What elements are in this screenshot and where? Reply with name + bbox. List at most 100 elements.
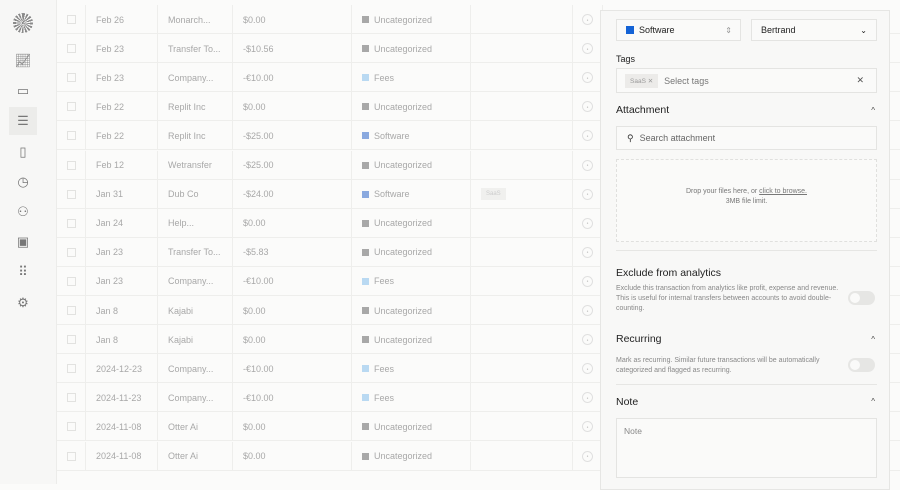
category-label: Fees — [374, 276, 395, 287]
tag-chip[interactable]: SaaS ✕ — [625, 73, 659, 88]
apps-icon[interactable]: ⠿ — [9, 258, 37, 286]
category-swatch — [362, 365, 369, 373]
avatar: ● — [582, 72, 593, 84]
avatar: ● — [582, 217, 593, 229]
tags-cell — [471, 412, 573, 442]
avatar: ● — [582, 305, 593, 316]
row-checkbox[interactable] — [66, 44, 76, 54]
note-textarea[interactable]: Note — [616, 418, 877, 478]
description-cell: Transfer To... — [158, 34, 233, 64]
category-cell: Uncategorized — [352, 150, 471, 180]
date-cell: Feb 22 — [86, 92, 158, 122]
category-label: Uncategorized — [374, 101, 433, 112]
category-swatch — [362, 336, 369, 344]
row-checkbox[interactable] — [66, 189, 76, 199]
analytics-icon[interactable]: 📈︎ — [9, 47, 37, 75]
chevron-up-icon[interactable]: ^ — [871, 106, 875, 115]
recurring-description: Mark as recurring. Similar future transa… — [616, 357, 820, 374]
tags-cell — [471, 150, 573, 180]
tags-placeholder: Select tags — [664, 75, 709, 86]
tags-cell — [471, 266, 573, 296]
avatar: ● — [582, 43, 593, 55]
vault-icon[interactable]: ▣ — [9, 228, 37, 256]
checkbox-cell — [57, 237, 86, 267]
logo[interactable] — [13, 13, 33, 33]
row-checkbox[interactable] — [66, 102, 76, 112]
invoice-icon[interactable]: ▯ — [9, 138, 37, 166]
row-checkbox[interactable] — [66, 306, 76, 315]
row-checkbox[interactable] — [66, 218, 76, 228]
category-cell: Uncategorized — [352, 34, 471, 64]
recurring-heading: Recurring — [616, 333, 662, 345]
tags-cell — [471, 121, 573, 151]
clear-icon[interactable]: ✕ — [856, 75, 864, 86]
category-label: Uncategorized — [374, 421, 433, 432]
file-dropzone[interactable]: Drop your files here, or click to browse… — [616, 159, 877, 242]
exclude-toggle[interactable] — [848, 291, 875, 305]
transactions-icon[interactable]: ☰ — [9, 107, 37, 135]
category-label: Uncategorized — [374, 218, 433, 229]
assignee-select[interactable]: Bertrand ⌄ — [751, 19, 877, 41]
assignee-value: Bertrand — [761, 25, 796, 35]
row-checkbox[interactable] — [66, 335, 76, 345]
avatar: ● — [582, 159, 593, 171]
category-label: Uncategorized — [374, 160, 433, 170]
tags-cell: SaaS — [471, 179, 573, 209]
category-swatch — [362, 132, 369, 140]
description-cell: Wetransfer — [158, 150, 233, 180]
settings-icon[interactable]: ⚙ — [9, 289, 37, 317]
category-select[interactable]: Software ⇕ — [616, 19, 741, 41]
tag-chip: SaaS — [481, 188, 506, 201]
date-cell: 2024-11-08 — [86, 441, 158, 471]
date-cell: 2024-11-08 — [86, 412, 158, 442]
row-checkbox[interactable] — [66, 393, 76, 403]
checkbox-cell — [57, 63, 86, 93]
checkbox-cell — [57, 121, 86, 151]
row-checkbox[interactable] — [66, 15, 76, 24]
tag-chip-label: SaaS — [630, 77, 646, 85]
assignee-cell: ● — [573, 266, 603, 296]
assignee-cell: ● — [573, 412, 603, 442]
timer-icon[interactable]: ◷ — [9, 168, 37, 196]
row-checkbox[interactable] — [66, 422, 76, 432]
attachment-heading: Attachment — [616, 104, 670, 116]
assignee-cell: ● — [573, 237, 603, 267]
category-label: Uncategorized — [374, 14, 433, 25]
chevron-up-icon[interactable]: ^ — [871, 397, 875, 406]
tags-cell — [471, 383, 573, 413]
category-label: Uncategorized — [374, 43, 433, 54]
avatar: ● — [582, 450, 593, 462]
checkbox-cell — [57, 412, 86, 442]
date-cell: Feb 23 — [86, 34, 158, 64]
row-checkbox[interactable] — [66, 73, 76, 83]
amount-cell: -$10.56 — [233, 34, 352, 64]
browse-link[interactable]: click to browse. — [759, 188, 807, 195]
date-cell: Feb 26 — [86, 5, 158, 34]
description-cell: Kajabi — [158, 325, 233, 355]
row-checkbox[interactable] — [66, 451, 76, 461]
description-cell: Otter Ai — [158, 412, 233, 442]
tags-cell — [471, 325, 573, 355]
tags-cell — [471, 296, 573, 325]
description-cell: Dub Co — [158, 179, 233, 209]
customers-icon[interactable]: ⚇ — [9, 198, 37, 226]
category-cell: Uncategorized — [352, 296, 471, 325]
row-checkbox[interactable] — [66, 131, 76, 141]
tags-cell — [471, 92, 573, 122]
chevron-up-icon[interactable]: ^ — [871, 335, 875, 344]
recurring-toggle[interactable] — [848, 358, 875, 372]
checkbox-cell — [57, 150, 86, 180]
amount-cell: -€10.00 — [233, 383, 352, 413]
category-label: Software — [374, 130, 410, 141]
attachment-search-input[interactable]: ⚲ Search attachment — [616, 126, 877, 150]
tags-cell — [471, 441, 573, 471]
checkbox-cell — [57, 179, 86, 209]
description-cell: Company... — [158, 383, 233, 413]
row-checkbox[interactable] — [66, 160, 76, 170]
row-checkbox[interactable] — [66, 364, 76, 374]
tags-input[interactable]: SaaS ✕ Select tags ✕ — [616, 68, 877, 93]
row-checkbox[interactable] — [66, 247, 76, 257]
inbox-icon[interactable]: ▭ — [9, 77, 37, 105]
row-checkbox[interactable] — [66, 276, 76, 286]
description-cell: Transfer To... — [158, 237, 233, 267]
